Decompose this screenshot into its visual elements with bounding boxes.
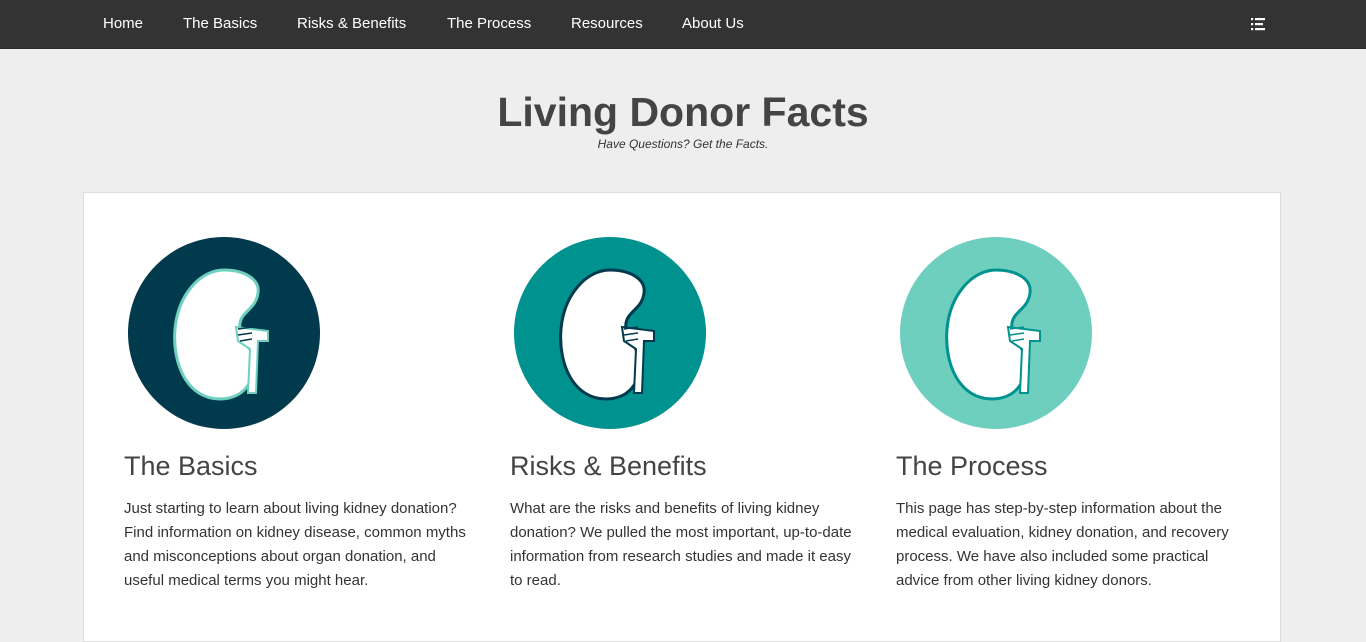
card-description: This page has step-by-step information a… — [896, 500, 1229, 589]
card-title[interactable]: Risks & Benefits — [510, 451, 707, 482]
site-header: Living Donor Facts Have Questions? Get t… — [0, 48, 1366, 192]
nav-resources[interactable]: Resources — [571, 0, 643, 48]
kidney-icon[interactable] — [514, 237, 706, 429]
card-title[interactable]: The Basics — [124, 451, 258, 482]
feature-panel: The Basics Just starting to learn about … — [83, 192, 1281, 642]
card-title[interactable]: The Process — [896, 451, 1048, 482]
list-menu-icon[interactable] — [1248, 14, 1268, 34]
card-description: Just starting to learn about living kidn… — [124, 500, 466, 589]
nav-risks-benefits[interactable]: Risks & Benefits — [297, 0, 406, 48]
site-title: Living Donor Facts — [497, 89, 869, 135]
nav-about-us[interactable]: About Us — [682, 0, 744, 48]
nav-the-basics[interactable]: The Basics — [183, 0, 257, 48]
nav-the-process[interactable]: The Process — [447, 0, 531, 48]
card-description: What are the risks and benefits of livin… — [510, 500, 852, 589]
nav-home[interactable]: Home — [103, 0, 143, 48]
top-navbar: Home The Basics Risks & Benefits The Pro… — [0, 0, 1366, 49]
site-tagline: Have Questions? Get the Facts. — [597, 137, 769, 151]
kidney-icon[interactable] — [128, 237, 320, 429]
kidney-icon[interactable] — [900, 237, 1092, 429]
